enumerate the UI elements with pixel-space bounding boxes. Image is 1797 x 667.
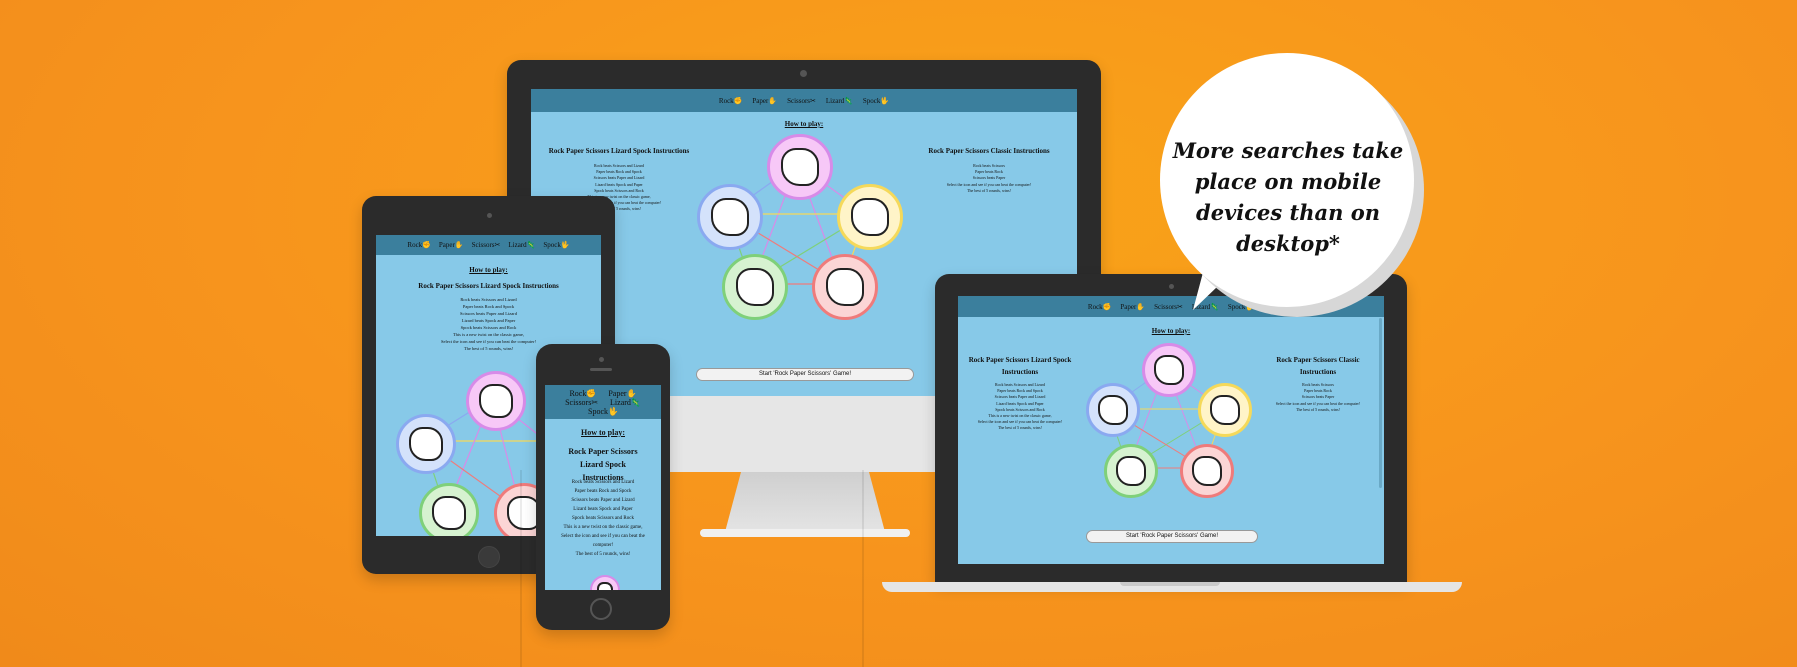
rock-hand-icon: [1192, 456, 1222, 486]
nav-spock-link[interactable]: Spock🖖: [543, 241, 569, 249]
nav-rock-link[interactable]: Rock✊: [719, 97, 743, 105]
paper-hand-icon: [1210, 395, 1240, 425]
scissors-choice-button[interactable]: [590, 575, 620, 590]
spock-choice-button[interactable]: [1086, 383, 1140, 437]
home-button: [478, 546, 500, 568]
classic-title: Rock Paper Scissors Classic Instructions: [1276, 356, 1360, 376]
rock-choice-button[interactable]: [1180, 444, 1234, 498]
nav-lizard-link[interactable]: Lizard🦎: [610, 398, 641, 407]
spock-hand-icon: [711, 198, 749, 236]
home-button: [590, 598, 612, 620]
lizard-hand-icon: [432, 496, 466, 530]
laptop-screen: Rock✊ Paper✋ Scissors✂ Lizard🦎 Spock🖖 Ho…: [958, 296, 1384, 564]
rpsls-title: Rock Paper Scissors Lizard Spock Instruc…: [548, 147, 690, 155]
nav-paper-link[interactable]: Paper✋: [752, 97, 777, 105]
classic-rules: Rock beats Scissors Paper beats Rock Sci…: [946, 163, 1032, 193]
nav-paper-link[interactable]: Paper✋: [608, 389, 636, 398]
nav-lizard-link[interactable]: Lizard🦎: [826, 97, 853, 105]
how-to-play-heading: How to play:: [581, 428, 625, 437]
scissors-choice-button[interactable]: [1142, 343, 1196, 397]
lizard-hand-icon: [736, 268, 774, 306]
camera-icon: [487, 213, 492, 218]
scissors-choice-button[interactable]: [466, 371, 526, 431]
how-to-play-heading: How to play:: [784, 120, 824, 128]
nav-scissors-link[interactable]: Scissors✂: [565, 398, 598, 407]
nav-scissors-link[interactable]: Scissors✂: [1154, 303, 1183, 311]
nav-spock-link[interactable]: Spock🖖: [588, 407, 618, 416]
nav-scissors-link[interactable]: Scissors✂: [787, 97, 816, 105]
camera-icon: [1169, 284, 1174, 289]
camera-icon: [800, 70, 807, 77]
classic-rules: Rock beats Scissors Paper beats Rock Sci…: [1275, 382, 1361, 412]
rpsls-rules: Rock beats Scissors and Lizard Paper bea…: [561, 480, 645, 557]
spock-choice-button[interactable]: [697, 184, 763, 250]
callout-text: More searches take place on mobile devic…: [1172, 138, 1404, 256]
paper-choice-button[interactable]: [837, 184, 903, 250]
spock-hand-icon: [409, 427, 443, 461]
paper-hand-icon: [851, 198, 889, 236]
scissors-hand-icon: [479, 384, 513, 418]
start-game-button[interactable]: Start 'Rock Paper Scissors' Game!: [1086, 530, 1258, 543]
nav-spock-link[interactable]: Spock🖖: [863, 97, 889, 105]
how-to-play-heading: How to play:: [1151, 327, 1191, 335]
rock-choice-button[interactable]: [812, 254, 878, 320]
rpsls-rules: Rock beats Scissors and Lizard Paper bea…: [977, 382, 1063, 431]
game-pentagon: [1086, 343, 1252, 498]
nav-scissors-link[interactable]: Scissors✂: [472, 241, 501, 249]
scissors-hand-icon: [781, 148, 819, 186]
how-to-play-heading: How to play:: [469, 266, 508, 274]
nav-paper-link[interactable]: Paper✋: [439, 241, 464, 249]
speaker-grille: [590, 368, 612, 371]
scissors-choice-button[interactable]: [767, 134, 833, 200]
nav-rock-link[interactable]: Rock✊: [569, 389, 596, 398]
spock-choice-button[interactable]: [396, 414, 456, 474]
lizard-choice-button[interactable]: [1104, 444, 1158, 498]
nav-paper-link[interactable]: Paper✋: [1120, 303, 1145, 311]
phone-screen: Rock✊ Paper✋ Scissors✂ Lizard🦎 Spock🖖 Ho…: [545, 385, 661, 590]
scrollbar[interactable]: [1379, 318, 1382, 488]
lizard-hand-icon: [1116, 456, 1146, 486]
scissors-hand-icon: [1154, 355, 1184, 385]
classic-title: Rock Paper Scissors Classic Instructions: [928, 147, 1050, 155]
rpsls-title: Rock Paper Scissors Lizard Spock Instruc…: [418, 282, 559, 290]
scissors-hand-icon: [596, 581, 614, 590]
nav-rock-link[interactable]: Rock✊: [1088, 303, 1112, 311]
nav-bar: Rock✊ Paper✋ Scissors✂ Lizard🦎 Spock🖖: [531, 89, 1077, 112]
lizard-choice-button[interactable]: [419, 483, 479, 536]
laptop-notch: [1120, 582, 1220, 586]
spock-hand-icon: [1098, 395, 1128, 425]
start-game-button[interactable]: Start 'Rock Paper Scissors' Game!: [696, 368, 914, 381]
nav-lizard-link[interactable]: Lizard🦎: [508, 241, 535, 249]
game-pentagon: [697, 134, 903, 320]
rock-hand-icon: [826, 268, 864, 306]
nav-rock-link[interactable]: Rock✊: [407, 241, 431, 249]
nav-bar: Rock✊ Paper✋ Scissors✂ Lizard🦎 Spock🖖: [376, 235, 601, 255]
camera-icon: [599, 357, 604, 362]
nav-bar: Rock✊ Paper✋ Scissors✂ Lizard🦎 Spock🖖: [545, 385, 661, 419]
paper-choice-button[interactable]: [1198, 383, 1252, 437]
lizard-choice-button[interactable]: [722, 254, 788, 320]
rpsls-title: Rock Paper Scissors Lizard Spock Instruc…: [968, 356, 1072, 376]
